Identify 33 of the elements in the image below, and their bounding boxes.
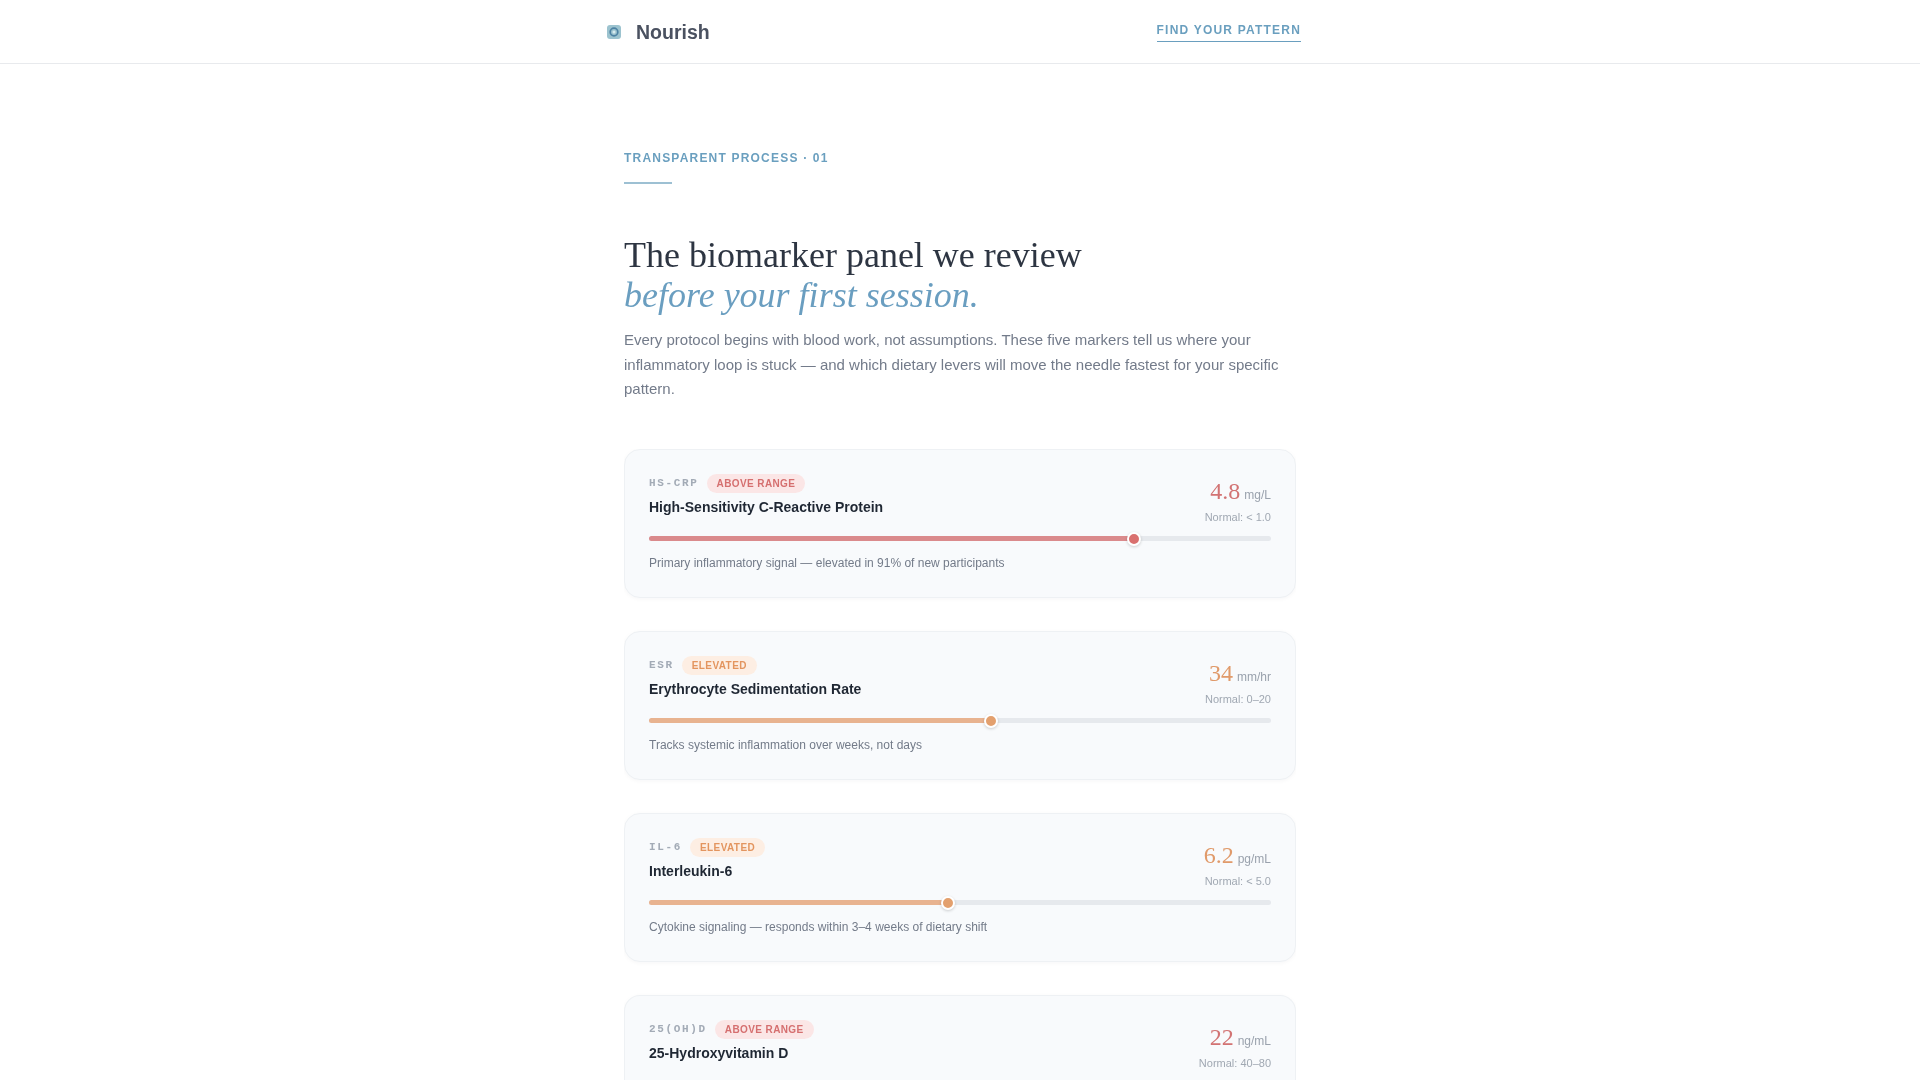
marker-value: 4.8 [1210,476,1241,505]
marker-unit: pg/mL [1237,850,1271,867]
logo-icon [607,24,621,39]
normal-range: Normal: < 5.0 [1204,873,1271,889]
marker-note: Cytokine signaling — responds within 3–4 weeks of dietary shift [649,918,989,935]
marker-code: 25(OH)D [649,1022,707,1037]
marker-code: ESR [649,658,674,673]
page-heading: The biomarker panel we review [624,235,1083,275]
status-badge: ABOVE RANGE [706,473,806,493]
marker-name: 25-Hydroxyvitamin D [649,1043,790,1063]
normal-range: Normal: < 1.0 [1204,509,1271,525]
marker-name: High-Sensitivity C-Reactive Protein [649,497,884,517]
marker-value: 6.2 [1203,840,1234,869]
marker-name: Interleukin-6 [649,861,734,881]
marker-code: HS-CRP [649,476,699,491]
marker-unit: mg/L [1244,486,1271,503]
marker-unit: ng/mL [1237,1032,1271,1049]
heading-accent: before your first session. [624,275,980,315]
normal-range: Normal: 0–20 [1204,691,1271,707]
brand-name[interactable]: Nourish [636,17,710,46]
marker-value: 34 [1209,658,1233,687]
intro-paragraph: Every protocol begins with blood work, not assumptions. These five markers tell us where your inflammatory loop is stuck — and which dietary levers will move the needle fastest for your specific pattern. [624,330,1280,399]
marker-value: 22 [1209,1022,1234,1051]
status-badge: ELEVATED [681,655,757,675]
marker-unit: mm/hr [1237,668,1271,685]
marker-note: Tracks systemic inflammation over weeks, not days [649,736,923,753]
marker-name: Erythrocyte Sedimentation Rate [649,679,862,699]
status-badge: ELEVATED [690,837,766,857]
normal-range: Normal: 40–80 [1198,1055,1271,1071]
marker-note: Primary inflammatory signal — elevated in 91% of new participants [649,554,1006,571]
marker-code: IL-6 [649,840,682,855]
status-badge: ABOVE RANGE [714,1019,814,1039]
eyebrow-label: TRANSPARENT PROCESS · 01 [624,150,830,166]
